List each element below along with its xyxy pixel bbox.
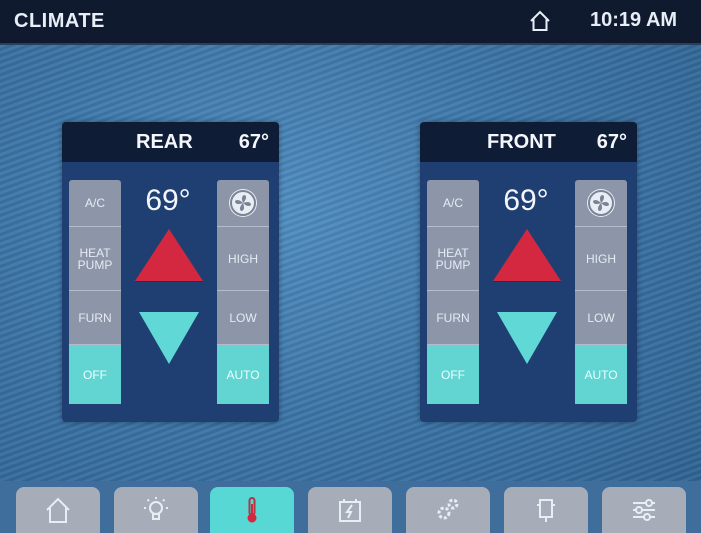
mode-selector: A/C HEAT PUMP FURN OFF <box>427 180 479 404</box>
fan-auto-button[interactable]: AUTO <box>217 344 269 404</box>
fan-button[interactable] <box>575 180 627 226</box>
gears-icon <box>437 498 459 520</box>
battery-power-icon <box>339 499 361 522</box>
nav-power-button[interactable] <box>308 487 392 533</box>
zone-name: REAR <box>136 131 193 153</box>
zone-name: FRONT <box>487 131 556 153</box>
fan-low-button[interactable]: LOW <box>217 290 269 345</box>
page-title: CLIMATE <box>14 10 105 32</box>
bottom-nav <box>0 481 701 533</box>
generator-icon <box>537 499 555 522</box>
setpoint-temp: 69° <box>145 184 191 217</box>
nav-settings-button[interactable] <box>602 487 686 533</box>
fan-auto-button[interactable]: AUTO <box>575 344 627 404</box>
mode-selector: A/C HEAT PUMP FURN OFF <box>69 180 121 404</box>
nav-generator-button[interactable] <box>504 487 588 533</box>
temp-down-button[interactable] <box>139 312 199 364</box>
mode-ac-button[interactable]: A/C <box>427 180 479 226</box>
zone-header: FRONT 67° <box>420 122 637 162</box>
zone-panel-rear: REAR 67° A/C HEAT PUMP FURN OFF 69° HIGH… <box>62 122 279 422</box>
fan-speed-selector: HIGH LOW AUTO <box>575 180 627 404</box>
nav-home-button[interactable] <box>16 487 100 533</box>
thermometer-icon <box>247 497 257 523</box>
fan-high-button[interactable]: HIGH <box>575 226 627 291</box>
fan-icon <box>587 189 615 217</box>
zone-header: REAR 67° <box>62 122 279 162</box>
mode-ac-button[interactable]: A/C <box>69 180 121 226</box>
sliders-settings-icon <box>633 499 655 521</box>
fan-high-button[interactable]: HIGH <box>217 226 269 291</box>
temp-up-button[interactable] <box>493 229 561 281</box>
nav-systems-button[interactable] <box>406 487 490 533</box>
home-icon[interactable] <box>528 9 552 33</box>
temp-down-button[interactable] <box>497 312 557 364</box>
temp-up-button[interactable] <box>135 229 203 281</box>
mode-off-button[interactable]: OFF <box>427 344 479 404</box>
light-bulb-icon <box>144 497 168 520</box>
home-icon <box>46 497 70 523</box>
mode-furn-button[interactable]: FURN <box>69 290 121 345</box>
clock: 10:19 AM <box>590 9 678 31</box>
zone-current-temp: 67° <box>596 131 627 153</box>
zone-current-temp: 67° <box>238 131 269 153</box>
climate-screen: CLIMATE 10:19 AM REAR 67° A/C HEAT PUMP … <box>0 0 701 533</box>
fan-icon <box>229 189 257 217</box>
nav-lights-button[interactable] <box>114 487 198 533</box>
mode-furn-button[interactable]: FURN <box>427 290 479 345</box>
mode-heat-pump-button[interactable]: HEAT PUMP <box>69 226 121 291</box>
fan-low-button[interactable]: LOW <box>575 290 627 345</box>
setpoint-temp: 69° <box>503 184 549 217</box>
fan-speed-selector: HIGH LOW AUTO <box>217 180 269 404</box>
top-bar: CLIMATE 10:19 AM <box>0 0 701 45</box>
mode-heat-pump-button[interactable]: HEAT PUMP <box>427 226 479 291</box>
mode-off-button[interactable]: OFF <box>69 344 121 404</box>
fan-button[interactable] <box>217 180 269 226</box>
nav-climate-button[interactable] <box>210 487 294 533</box>
zone-panel-front: FRONT 67° A/C HEAT PUMP FURN OFF 69° HIG… <box>420 122 637 422</box>
